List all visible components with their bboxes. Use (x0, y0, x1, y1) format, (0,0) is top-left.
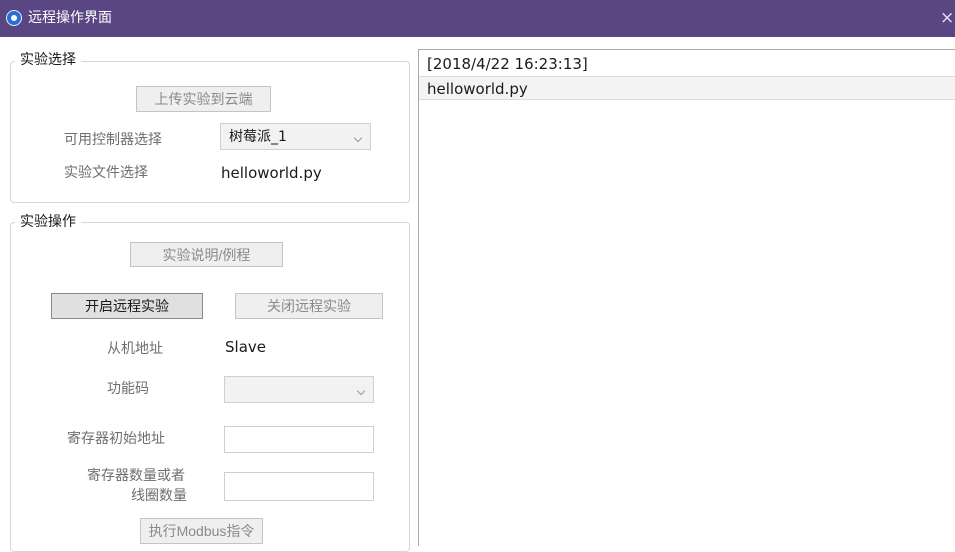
chevron-down-icon (356, 386, 366, 396)
register-start-label: 寄存器初始地址 (67, 431, 165, 447)
log-entry-file[interactable]: helloworld.py (419, 76, 955, 100)
controller-label: 可用控制器选择 (64, 132, 162, 148)
experiment-ops-group-title: 实验操作 (15, 213, 81, 231)
function-code-label: 功能码 (107, 381, 149, 397)
execute-modbus-button[interactable]: 执行Modbus指令 (140, 518, 263, 544)
register-start-input[interactable] (224, 426, 374, 453)
file-label: 实验文件选择 (64, 165, 148, 181)
slave-address-value: Slave (225, 338, 266, 356)
start-remote-experiment-button[interactable]: 开启远程实验 (51, 293, 203, 319)
controller-select[interactable]: 树莓派_1 (220, 123, 371, 150)
log-entry-timestamp[interactable]: [2018/4/22 16:23:13] (419, 52, 955, 76)
chevron-down-icon (353, 133, 363, 143)
window-title: 远程操作界面 (28, 10, 112, 26)
app-logo-icon (6, 10, 22, 26)
close-icon[interactable]: × (940, 7, 955, 29)
slave-address-label: 从机地址 (107, 341, 163, 357)
function-code-select[interactable] (224, 376, 374, 403)
log-panel[interactable]: [2018/4/22 16:23:13] helloworld.py (418, 49, 955, 546)
register-count-label-line1: 寄存器数量或者 (87, 468, 185, 484)
file-value[interactable]: helloworld.py (221, 164, 322, 182)
register-count-input[interactable] (224, 472, 374, 501)
upload-to-cloud-button[interactable]: 上传实验到云端 (136, 86, 271, 112)
experiment-select-group-title: 实验选择 (15, 51, 81, 69)
stop-remote-experiment-button[interactable]: 关闭远程实验 (235, 293, 383, 319)
controller-selected-value: 树莓派_1 (229, 129, 287, 145)
title-bar: 远程操作界面 × (0, 0, 955, 37)
experiment-guide-button[interactable]: 实验说明/例程 (130, 242, 283, 267)
register-count-label-line2: 线圈数量 (131, 488, 187, 504)
